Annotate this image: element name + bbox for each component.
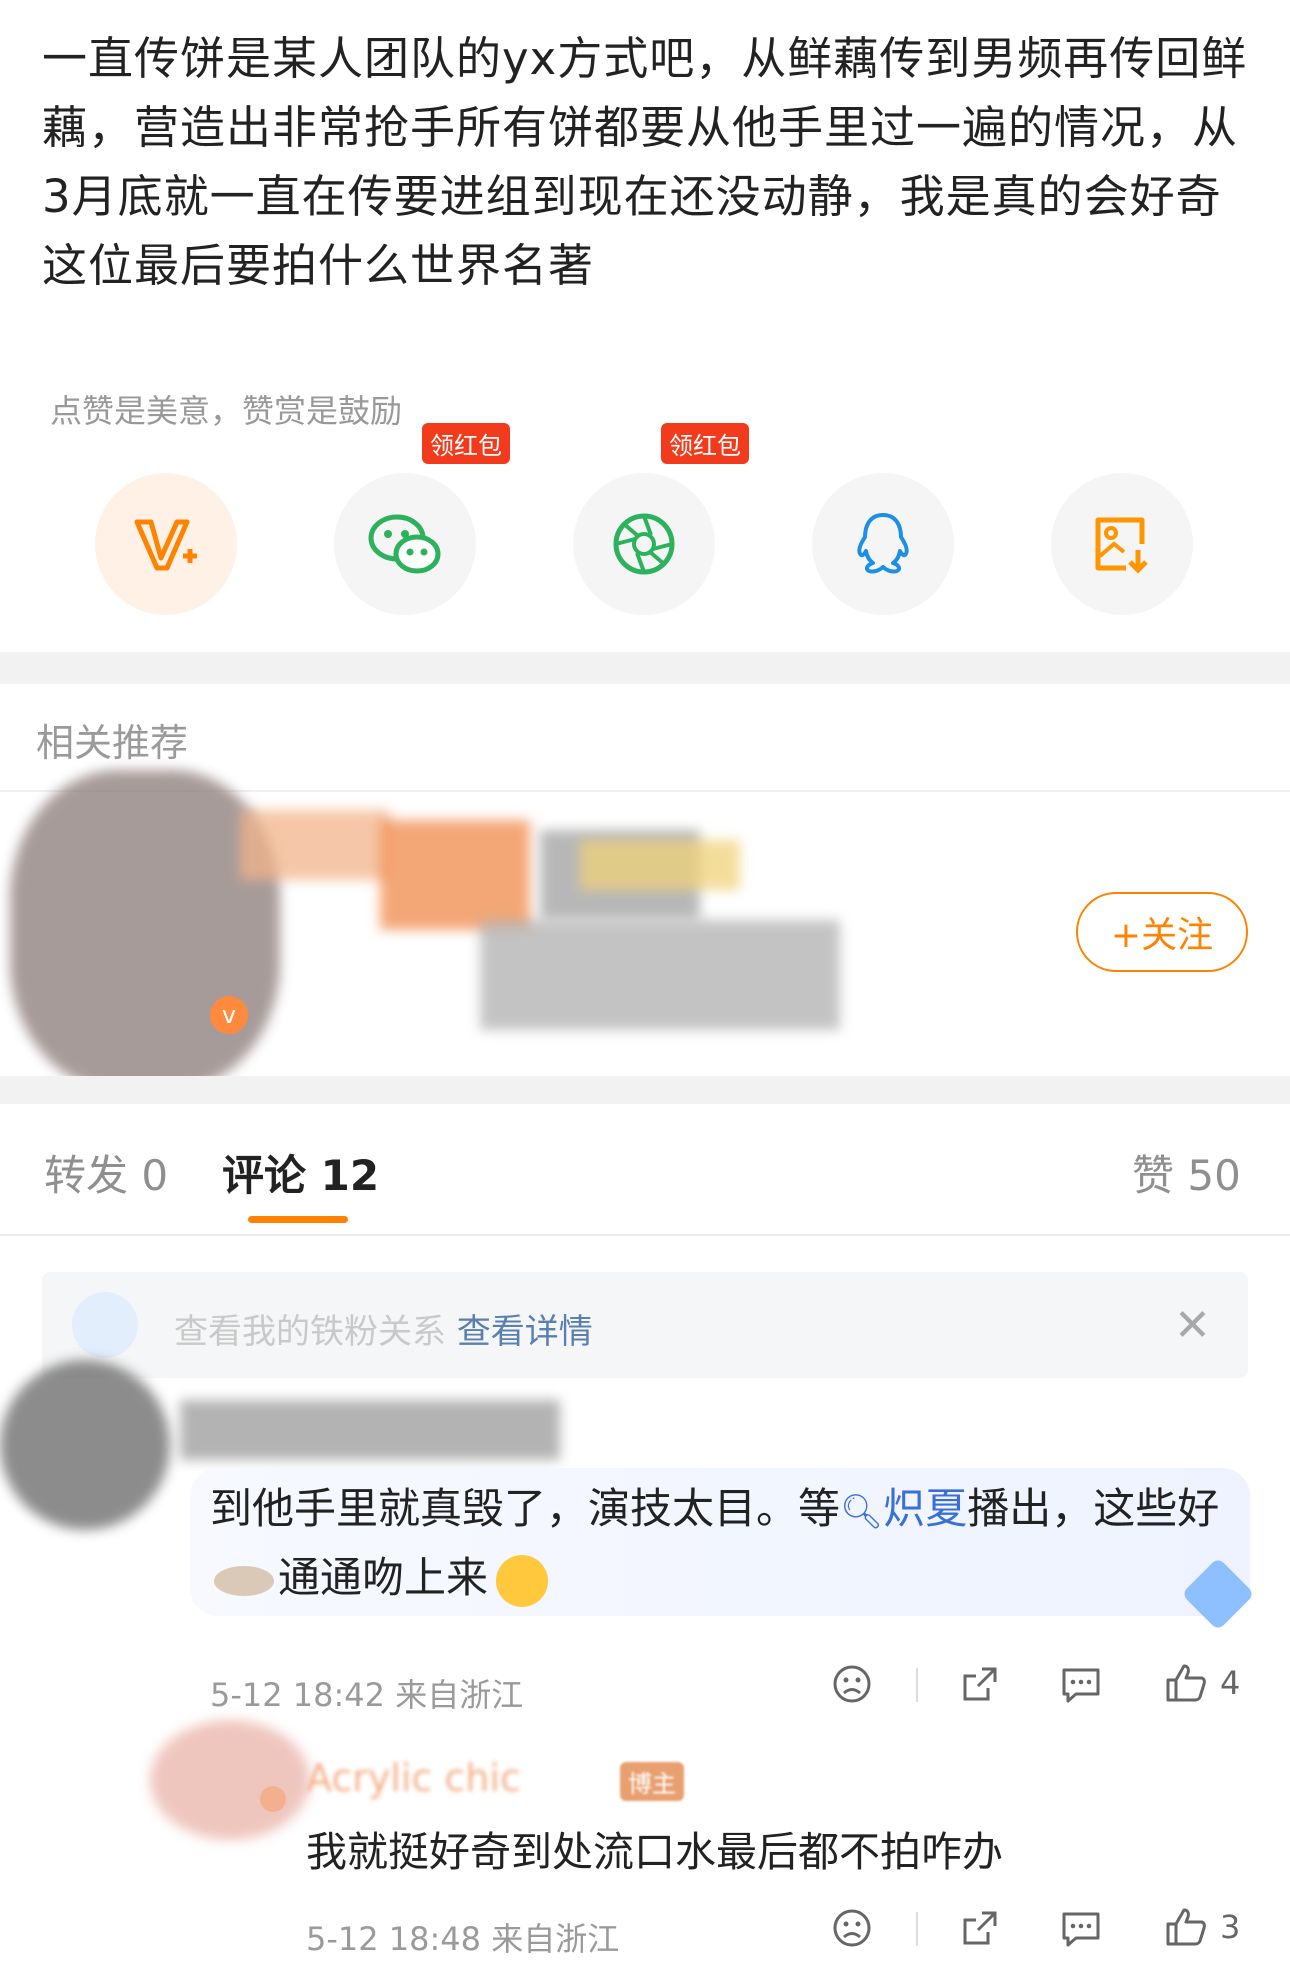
topic-label: 炽夏 <box>883 1484 968 1533</box>
share-icon <box>963 1911 997 1945</box>
blogger-badge: 博主 <box>620 1762 684 1801</box>
comment-text-part1: 到他手里就真毁了，演技太目。等 <box>210 1484 841 1533</box>
like-count: 3 <box>1220 1908 1241 1946</box>
tab-repost[interactable]: 转发 0 <box>44 1142 168 1203</box>
frown-icon <box>833 1909 871 1947</box>
share-button[interactable] <box>960 1664 1000 1704</box>
active-tab-indicator <box>248 1216 348 1223</box>
dislike-button[interactable] <box>832 1664 872 1704</box>
fans-detail-link[interactable]: 查看详情 <box>457 1312 593 1352</box>
follow-button[interactable]: +关注 <box>1076 892 1248 972</box>
close-icon[interactable]: ✕ <box>1174 1304 1211 1348</box>
reward-button[interactable] <box>95 473 237 615</box>
share-wechat-button[interactable]: 领红包 <box>334 423 510 615</box>
divider <box>916 1668 918 1702</box>
dislike-button[interactable] <box>832 1908 872 1948</box>
comment-text-part2: 播出，这些好 <box>967 1484 1220 1533</box>
reply-meta: 5-12 18:48 来自浙江 <box>306 1920 620 1958</box>
search-icon: 🔍︎ <box>840 1492 884 1532</box>
reply-text: 我就挺好奇到处流口水最后都不拍咋办 <box>306 1828 1003 1876</box>
comment-icon <box>1062 1912 1100 1947</box>
thumbs-up-icon <box>1166 1908 1206 1946</box>
verified-badge-icon: v <box>210 996 248 1034</box>
divider <box>916 1912 918 1946</box>
fans-banner-text: 查看我的铁粉关系 查看详情 <box>174 1304 593 1353</box>
tab-likes-count: 50 <box>1187 1151 1241 1200</box>
tab-repost-label: 转发 <box>44 1151 129 1200</box>
wechat-icon <box>368 514 441 574</box>
save-image-icon <box>1095 517 1148 574</box>
redpack-badge-2: 领红包 <box>661 423 749 464</box>
tab-repost-count: 0 <box>141 1151 169 1200</box>
avatar[interactable] <box>0 1360 170 1530</box>
tab-likes[interactable]: 赞 50 <box>1132 1142 1241 1203</box>
moments-icon <box>613 513 675 575</box>
share-button[interactable] <box>960 1908 1000 1948</box>
tongue-emoji-icon <box>496 1554 549 1607</box>
section-separator <box>0 652 1290 684</box>
share-qq-button[interactable] <box>812 473 954 615</box>
tab-comments-label: 评论 <box>222 1151 307 1200</box>
comment-text-part3: 通通吻上来 <box>278 1553 489 1602</box>
reply-username[interactable]: Acrylic chic <box>306 1756 521 1800</box>
tab-comments-count: 12 <box>320 1151 380 1200</box>
fans-banner-label: 查看我的铁粉关系 <box>174 1312 446 1352</box>
like-button[interactable]: 4 <box>1164 1662 1240 1704</box>
tab-comments[interactable]: 评论 12 <box>222 1142 379 1203</box>
bread-emoji-icon <box>214 1565 274 1596</box>
comment-icon <box>1062 1668 1100 1703</box>
like-count: 4 <box>1220 1664 1241 1702</box>
like-button[interactable]: 3 <box>1164 1906 1240 1948</box>
reply-button[interactable] <box>1060 1664 1102 1704</box>
v-plus-reward-icon <box>134 519 197 571</box>
qq-icon <box>857 513 909 574</box>
thumbs-up-icon <box>1166 1664 1206 1702</box>
topic-link[interactable]: 🔍︎炽夏 <box>840 1484 967 1533</box>
frown-icon <box>833 1665 871 1703</box>
share-icon <box>963 1667 997 1701</box>
share-moments-button[interactable]: 领红包 <box>573 423 749 615</box>
save-image-button[interactable] <box>1051 473 1193 615</box>
section-separator-2 <box>0 1076 1290 1104</box>
comment-meta: 5-12 18:42 来自浙江 <box>210 1676 524 1714</box>
diamond-badge-icon <box>72 1292 138 1358</box>
reply-button[interactable] <box>1060 1908 1102 1948</box>
post-text: 一直传饼是某人团队的yx方式吧，从鲜藕传到男频再传回鲜藕，营造出非常抢手所有饼都… <box>42 32 1248 292</box>
redacted-username <box>180 1400 560 1460</box>
comment-text: 到他手里就真毁了，演技太目。等🔍︎炽夏播出，这些好通通吻上来 <box>210 1476 1230 1611</box>
divider <box>0 1234 1290 1236</box>
reply-avatar[interactable] <box>150 1720 310 1840</box>
reward-hint: 点赞是美意，赞赏是鼓励 <box>50 392 403 430</box>
redpack-badge: 领红包 <box>422 423 510 464</box>
verified-badge-icon <box>260 1786 286 1812</box>
related-title: 相关推荐 <box>36 721 189 765</box>
tab-likes-label: 赞 <box>1132 1151 1175 1200</box>
